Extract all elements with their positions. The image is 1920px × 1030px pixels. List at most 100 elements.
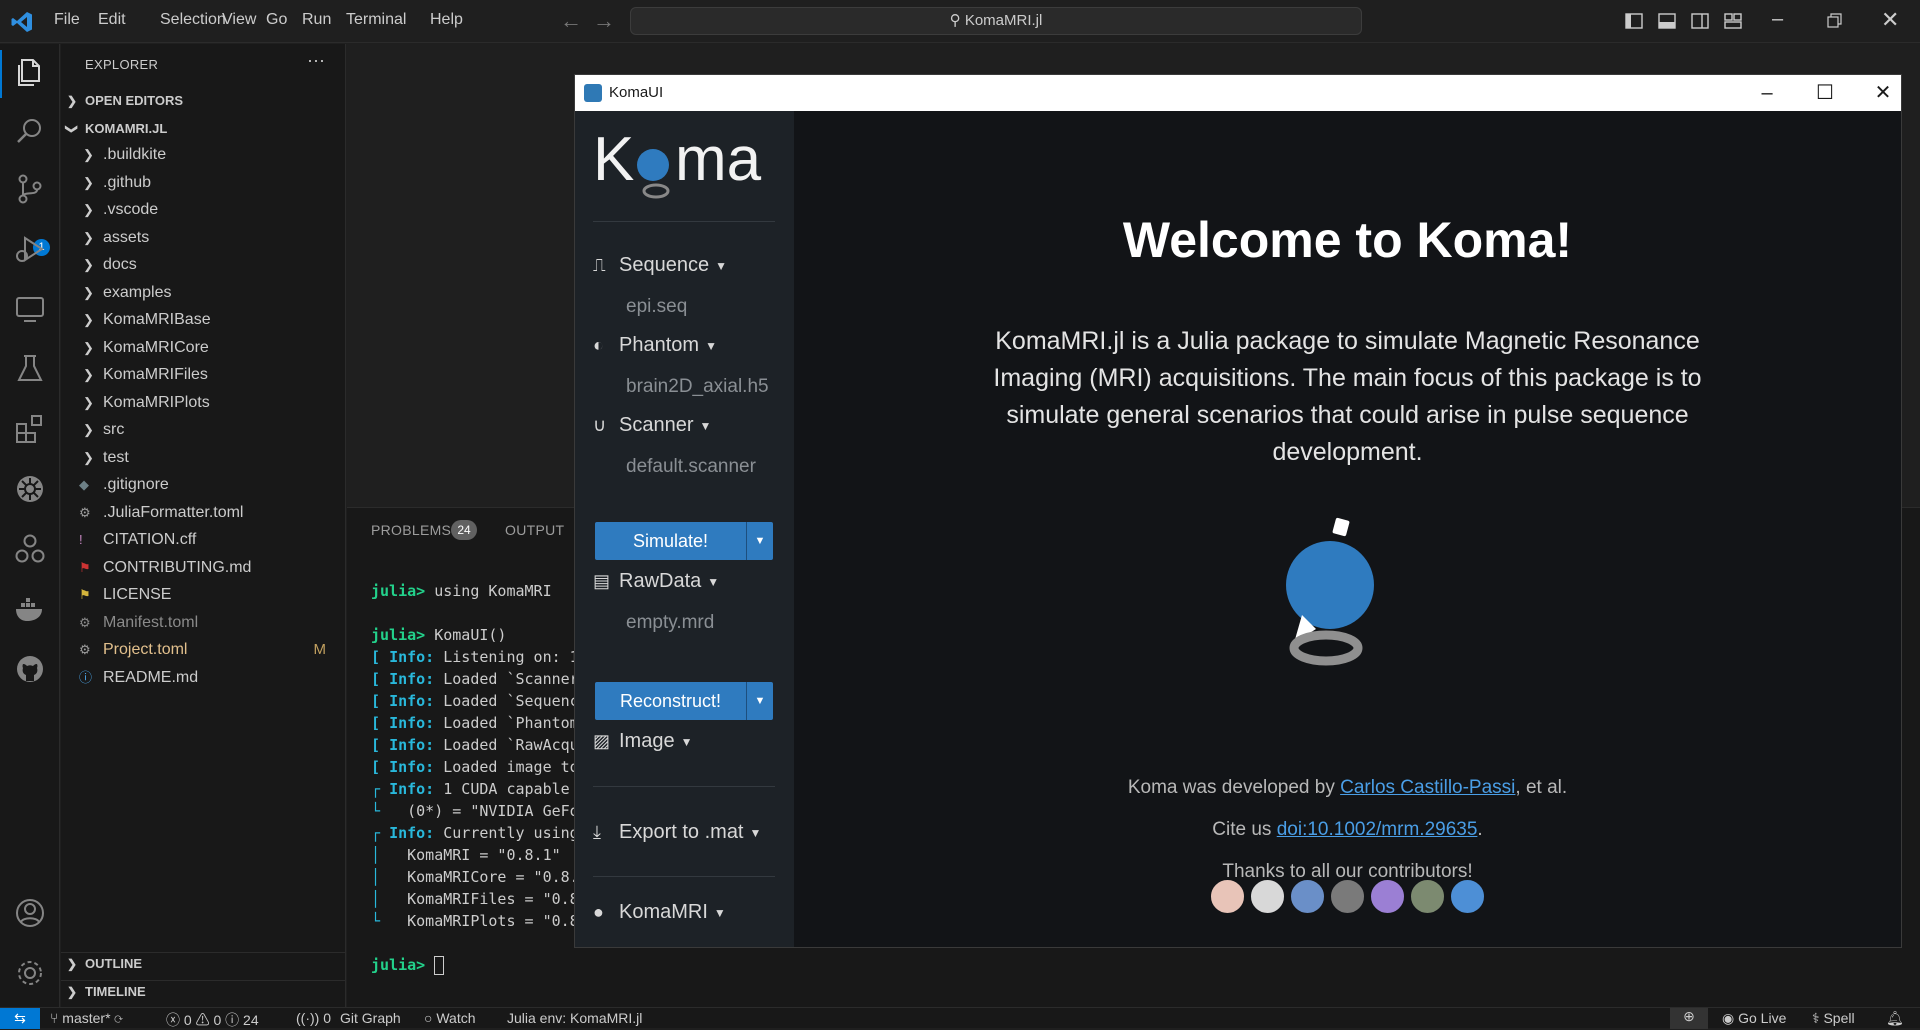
- file-item[interactable]: ⚙ .JuliaFormatter.toml: [61, 499, 346, 526]
- restore-icon[interactable]: [1824, 11, 1844, 31]
- close-icon[interactable]: ✕: [1881, 7, 1901, 32]
- doi-link[interactable]: doi:10.1002/mrm.29635: [1277, 819, 1478, 840]
- info-icon: ⓘ: [225, 1012, 244, 1028]
- file-item[interactable]: ⚑ LICENSE: [61, 581, 346, 608]
- folder-item[interactable]: ❯ KomaMRIBase: [61, 306, 346, 333]
- more-actions-icon[interactable]: ···: [307, 50, 325, 71]
- log-bracket: [: [371, 758, 390, 776]
- watch-status[interactable]: ○ Watch: [424, 1010, 476, 1026]
- toggle-panel-icon[interactable]: [1657, 11, 1677, 31]
- outline-section[interactable]: ❯ OUTLINE: [61, 952, 346, 974]
- terminal-output[interactable]: julia> using KomaMRI julia> KomaUI()[ Inf…: [371, 580, 579, 976]
- settings-gear-icon[interactable]: [13, 956, 47, 990]
- github-icon[interactable]: [13, 652, 47, 686]
- forward-arrow-icon[interactable]: →: [593, 8, 615, 34]
- customize-layout-icon[interactable]: [1723, 11, 1743, 31]
- folder-item[interactable]: ❯ .github: [61, 169, 346, 196]
- toggle-secondary-sidebar-icon[interactable]: [1690, 11, 1710, 31]
- phantom-menu[interactable]: ◐ Phantom ▼: [593, 334, 717, 357]
- explorer-icon[interactable]: [13, 56, 47, 90]
- export-mat-menu[interactable]: ⤓ Export to .mat ▼: [593, 821, 761, 844]
- menu-run[interactable]: Run: [302, 11, 331, 29]
- folder-item[interactable]: ❯ KomaMRICore: [61, 334, 346, 361]
- folder-item[interactable]: ❯ test: [61, 444, 346, 471]
- git-graph-status[interactable]: Git Graph: [340, 1010, 401, 1026]
- git-branch-status[interactable]: ⑂ master* ⟳: [50, 1010, 123, 1026]
- sequence-menu[interactable]: ⎍ Sequence ▼: [593, 254, 727, 277]
- reconstruct-dropdown-caret-icon[interactable]: ▼: [746, 682, 773, 720]
- menu-go[interactable]: Go: [266, 11, 287, 29]
- file-item[interactable]: ⓘ README.md: [61, 664, 346, 691]
- minimize-icon[interactable]: –: [1753, 79, 1781, 107]
- timeline-section[interactable]: ❯ TIMELINE: [61, 980, 346, 1002]
- spell-status[interactable]: ⚕ Spell: [1812, 1010, 1855, 1027]
- file-item[interactable]: ⚙ Project.toml M: [61, 636, 346, 663]
- chevron-right-icon: ❯: [83, 174, 94, 190]
- tab-problems[interactable]: PROBLEMS: [371, 522, 451, 538]
- accounts-icon[interactable]: [13, 896, 47, 930]
- contributor-avatar[interactable]: [1449, 878, 1486, 915]
- contributor-avatar[interactable]: [1329, 878, 1366, 915]
- folder-item[interactable]: ❯ KomaMRIPlots: [61, 389, 346, 416]
- folder-item[interactable]: ❯ docs: [61, 251, 346, 278]
- remote-indicator-icon[interactable]: ⇆: [0, 1008, 40, 1029]
- reconstruct-button[interactable]: Reconstruct! ▼: [595, 682, 773, 720]
- github-menu[interactable]: ● KomaMRI ▼: [593, 901, 726, 924]
- tab-output[interactable]: OUTPUT: [505, 522, 564, 538]
- folder-item[interactable]: ❯ assets: [61, 224, 346, 251]
- contributor-avatar[interactable]: [1409, 878, 1446, 915]
- go-live-status[interactable]: ◉ Go Live: [1722, 1010, 1786, 1027]
- minimize-icon[interactable]: –: [1772, 8, 1792, 30]
- maximize-icon[interactable]: ☐: [1811, 79, 1839, 107]
- file-item[interactable]: ◆ .gitignore: [61, 471, 346, 498]
- docker-icon[interactable]: [13, 592, 47, 626]
- spell-label: Spell: [1823, 1010, 1855, 1026]
- folder-item[interactable]: ❯ examples: [61, 279, 346, 306]
- info-count: 24: [243, 1012, 259, 1028]
- command-center-search[interactable]: ⚲ KomaMRI.jl: [630, 7, 1362, 35]
- back-arrow-icon[interactable]: ←: [560, 8, 582, 34]
- testing-icon[interactable]: [13, 352, 47, 386]
- remote-explorer-icon[interactable]: [13, 292, 47, 326]
- contributor-avatar[interactable]: [1209, 878, 1246, 915]
- folder-item[interactable]: ❯ src: [61, 416, 346, 443]
- file-item[interactable]: ! CITATION.cff: [61, 526, 346, 553]
- source-control-icon[interactable]: [13, 172, 47, 206]
- folder-item[interactable]: ❯ KomaMRIFiles: [61, 361, 346, 388]
- julia-env-status[interactable]: Julia env: KomaMRI.jl: [507, 1010, 642, 1026]
- notifications-bell-icon[interactable]: 🔔︎: [1886, 1010, 1904, 1027]
- file-item[interactable]: ⚙ Manifest.toml: [61, 609, 346, 636]
- run-debug-icon[interactable]: [13, 232, 47, 266]
- kubernetes-icon[interactable]: [13, 472, 47, 506]
- contributor-avatar[interactable]: [1369, 878, 1406, 915]
- menu-file[interactable]: File: [54, 11, 80, 29]
- ports-status[interactable]: ((·)) 0: [296, 1010, 331, 1026]
- contributor-avatar[interactable]: [1249, 878, 1286, 915]
- rawdata-menu[interactable]: ▤ RawData ▼: [593, 570, 719, 593]
- toggle-primary-sidebar-icon[interactable]: [1624, 11, 1644, 31]
- contributor-avatar[interactable]: [1289, 878, 1326, 915]
- menu-selection[interactable]: Selection: [160, 11, 226, 29]
- menu-terminal[interactable]: Terminal: [346, 11, 406, 29]
- open-editors-section[interactable]: ❯ OPEN EDITORS: [61, 90, 346, 112]
- file-item[interactable]: ⚑ CONTRIBUTING.md: [61, 554, 346, 581]
- project-section[interactable]: ❯ KOMAMRI.JL: [61, 118, 346, 140]
- close-icon[interactable]: ✕: [1869, 79, 1897, 107]
- menu-help[interactable]: Help: [430, 11, 463, 29]
- folder-item[interactable]: ❯ .buildkite: [61, 141, 346, 168]
- problems-status[interactable]: ⓧ 0 ⚠ 0 ⓘ 24: [166, 1010, 259, 1030]
- search-icon[interactable]: [13, 114, 47, 148]
- zoom-icon[interactable]: ⊕: [1670, 1008, 1708, 1029]
- terminal-line: │ KomaMRI = "0.8.1": [371, 844, 579, 866]
- image-menu[interactable]: ▨ Image ▼: [593, 730, 692, 753]
- folder-item[interactable]: ❯ .vscode: [61, 196, 346, 223]
- extensions-icon[interactable]: [13, 412, 47, 446]
- menu-edit[interactable]: Edit: [98, 11, 126, 29]
- author-link[interactable]: Carlos Castillo-Passi: [1340, 777, 1515, 798]
- menu-view[interactable]: View: [222, 11, 256, 29]
- julia-icon[interactable]: [13, 532, 47, 566]
- simulate-dropdown-caret-icon[interactable]: ▼: [746, 522, 773, 560]
- terminal-text: Currently using: [434, 824, 579, 842]
- simulate-button[interactable]: Simulate! ▼: [595, 522, 773, 560]
- scanner-menu[interactable]: ∪ Scanner ▼: [593, 414, 711, 437]
